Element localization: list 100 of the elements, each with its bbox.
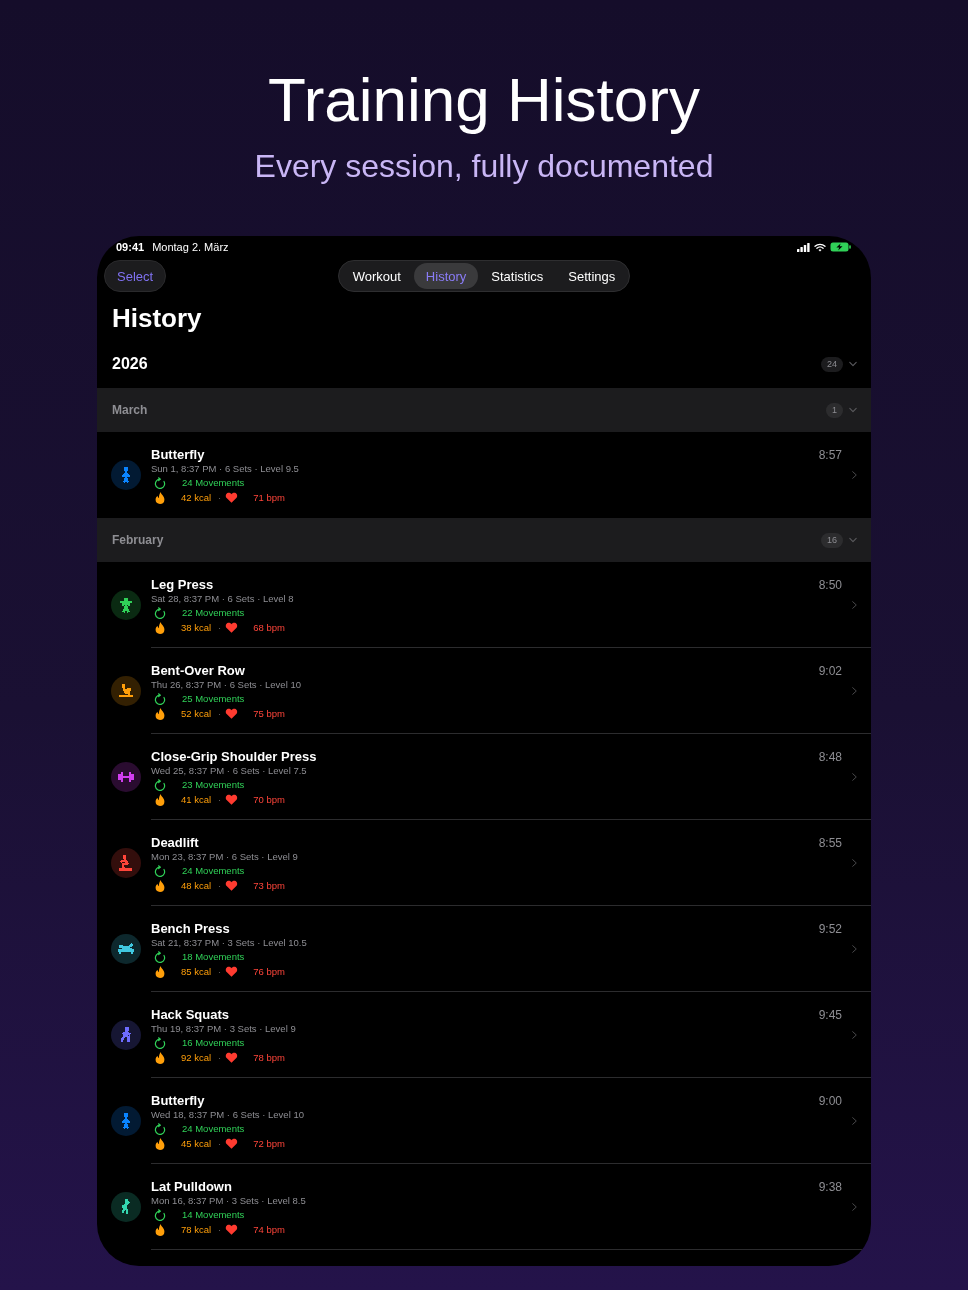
heart-rate-value: 74 bpm <box>253 1224 285 1236</box>
chevron-right-icon <box>852 858 857 867</box>
flame-icon <box>155 1224 165 1236</box>
chevron-down-icon[interactable] <box>849 360 857 368</box>
signal-icon <box>797 242 810 252</box>
calories-value: 48 kcal <box>181 880 212 892</box>
heart-rate-value: 72 bpm <box>253 1138 285 1150</box>
workout-duration: 8:55 <box>818 836 842 850</box>
workout-duration: 9:45 <box>818 1008 842 1022</box>
chevron-right-icon <box>852 470 857 479</box>
heart-rate-value: 75 bpm <box>253 708 285 720</box>
dot-separator: · <box>218 794 222 806</box>
wifi-icon <box>814 242 826 252</box>
dot-separator: · <box>218 1052 222 1064</box>
flame-icon <box>155 492 165 504</box>
chevron-right-icon <box>852 1030 857 1039</box>
heart-rate-value: 78 bpm <box>253 1052 285 1064</box>
year-label: 2026 <box>112 355 149 373</box>
refresh-icon <box>154 865 166 877</box>
weightlifter-icon <box>111 590 141 620</box>
heart-rate-value: 76 bpm <box>253 966 285 978</box>
chevron-right-icon <box>852 944 857 953</box>
refresh-icon <box>154 779 166 791</box>
workout-details: Mon 16, 8:37 PM · 3 Sets · Level 8.5 <box>151 1193 306 1208</box>
workout-details: Wed 25, 8:37 PM · 6 Sets · Level 7.5 <box>151 764 307 778</box>
dot-separator: · <box>218 492 222 504</box>
heart-rate-value: 71 bpm <box>253 492 285 504</box>
chevron-right-icon <box>852 600 857 609</box>
chevron-right-icon <box>852 1202 857 1211</box>
workout-details: Mon 23, 8:37 PM · 6 Sets · Level 9 <box>151 849 298 864</box>
dot-separator: · <box>218 1224 222 1236</box>
flame-icon <box>155 1052 165 1064</box>
dot-separator: · <box>218 880 222 892</box>
dot-separator: · <box>218 622 222 634</box>
dumbbell-icon <box>111 762 141 792</box>
bench-press-figure-icon <box>111 934 141 964</box>
heart-icon <box>225 1052 239 1064</box>
status-date: Montag 2. März <box>152 240 229 254</box>
heart-icon <box>225 966 239 978</box>
workout-duration: 9:38 <box>818 1180 842 1194</box>
calories-value: 92 kcal <box>181 1052 212 1064</box>
tab[interactable]: Settings <box>556 263 628 289</box>
workout-title: Close-Grip Shoulder Press <box>151 748 317 764</box>
dot-separator: · <box>218 1138 222 1150</box>
hero-title: Training History <box>268 64 700 136</box>
heart-icon <box>225 1138 239 1150</box>
climbing-figure-icon <box>111 1192 141 1222</box>
heart-rate-value: 68 bpm <box>253 622 285 634</box>
heart-rate-value: 73 bpm <box>253 880 285 892</box>
count-badge: 24 <box>821 356 843 372</box>
chevron-right-icon <box>852 772 857 781</box>
workout-title: Butterfly <box>151 446 205 462</box>
heart-icon <box>225 794 239 806</box>
movements-count: 24 Movements <box>182 1123 245 1135</box>
movements-count: 16 Movements <box>182 1037 245 1049</box>
workout-duration: 9:00 <box>818 1094 842 1108</box>
heart-icon <box>225 622 239 634</box>
heart-icon <box>225 880 239 892</box>
seated-figure-icon <box>111 676 141 706</box>
flame-icon <box>155 708 165 720</box>
calories-value: 78 kcal <box>181 1224 212 1236</box>
workout-duration: 8:48 <box>818 750 842 764</box>
dot-separator: · <box>218 966 222 978</box>
count-badge: 16 <box>821 532 843 548</box>
movements-count: 14 Movements <box>182 1209 245 1221</box>
chevron-down-icon[interactable] <box>849 536 857 544</box>
month-name: March <box>112 403 149 417</box>
flame-icon <box>155 622 165 634</box>
movements-count: 24 Movements <box>182 865 245 877</box>
movements-count: 22 Movements <box>182 607 245 619</box>
tab[interactable]: Workout <box>340 263 413 289</box>
squat-figure-icon <box>111 848 141 878</box>
hero-subtitle: Every session, fully documented <box>254 147 714 186</box>
calories-value: 38 kcal <box>181 622 212 634</box>
tab[interactable]: Statistics <box>479 263 556 289</box>
heart-rate-value: 70 bpm <box>253 794 285 806</box>
workout-title: Butterfly <box>151 1092 205 1108</box>
status-time: 09:41 <box>116 240 145 254</box>
refresh-icon <box>154 477 166 489</box>
standing-figure-icon <box>111 1106 141 1136</box>
chevron-down-icon[interactable] <box>849 406 857 414</box>
count-badge: 1 <box>826 402 843 418</box>
heart-icon <box>225 1224 239 1236</box>
workout-details: Wed 18, 8:37 PM · 6 Sets · Level 10 <box>151 1108 304 1122</box>
heart-icon <box>225 708 239 720</box>
workout-title: Deadlift <box>151 834 199 850</box>
workout-details: Sat 28, 8:37 PM · 6 Sets · Level 8 <box>151 592 294 606</box>
refresh-icon <box>154 1209 166 1221</box>
refresh-icon <box>154 1037 166 1049</box>
calories-value: 52 kcal <box>181 708 212 720</box>
flame-icon <box>155 794 165 806</box>
refresh-icon <box>154 607 166 619</box>
workout-title: Hack Squats <box>151 1006 230 1022</box>
workout-duration: 8:50 <box>818 578 842 592</box>
standing-figure-icon <box>111 460 141 490</box>
select-button[interactable]: Select <box>104 260 167 292</box>
workout-details: Sat 21, 8:37 PM · 3 Sets · Level 10.5 <box>151 935 307 950</box>
workout-details: Thu 26, 8:37 PM · 6 Sets · Level 10 <box>151 677 301 692</box>
workout-duration: 8:57 <box>818 448 842 462</box>
calories-value: 42 kcal <box>181 492 212 504</box>
